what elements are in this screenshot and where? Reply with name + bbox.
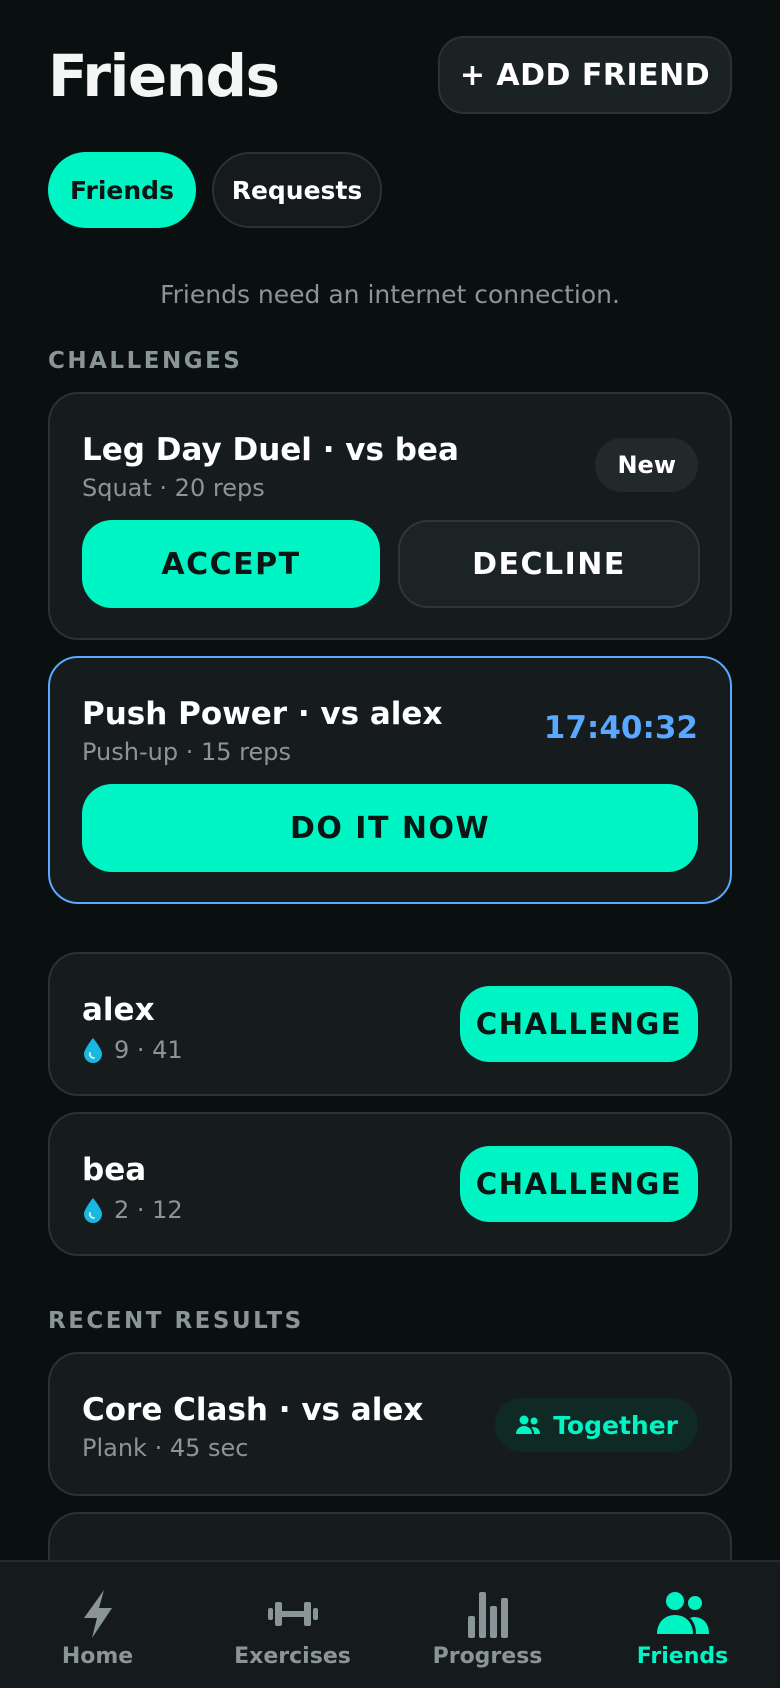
decline-button[interactable]: DECLINE [398, 520, 700, 608]
people-icon [656, 1592, 709, 1634]
connection-notice: Friends need an internet connection. [160, 280, 620, 309]
challenge-bea-button[interactable]: CHALLENGE [460, 1146, 698, 1222]
challenges-section-label: CHALLENGES [48, 348, 243, 374]
friend-name: bea [82, 1152, 147, 1188]
nav-home[interactable]: Home [0, 1562, 195, 1688]
nav-friends[interactable]: Friends [585, 1562, 780, 1688]
friend-card-alex: alex 9 · 41 CHALLENGE [48, 952, 732, 1096]
challenge-subtitle: Push-up · 15 reps [82, 738, 291, 766]
together-badge-label: Together [553, 1410, 678, 1440]
tab-bar: Friends Requests [48, 152, 382, 228]
add-friend-button[interactable]: + ADD FRIEND [438, 36, 732, 114]
recent-results-section-label: RECENT RESULTS [48, 1308, 304, 1334]
bolt-icon [83, 1590, 112, 1638]
result-subtitle: Plank · 45 sec [82, 1434, 249, 1462]
tab-requests[interactable]: Requests [212, 152, 382, 228]
nav-home-label: Home [61, 1644, 134, 1669]
people-icon [516, 1415, 541, 1434]
nav-progress[interactable]: Progress [390, 1562, 585, 1688]
challenge-card-push-power: Push Power · vs alex Push-up · 15 reps 1… [48, 656, 732, 904]
countdown-timer: 17:40:32 [543, 710, 698, 746]
challenge-title: Push Power · vs alex [82, 696, 443, 732]
together-badge: Together [495, 1398, 698, 1452]
nav-exercises-label: Exercises [234, 1644, 351, 1669]
tab-friends[interactable]: Friends [48, 152, 196, 228]
friend-stats-text: 9 · 41 [114, 1036, 183, 1064]
new-badge: New [595, 438, 698, 492]
friend-stats: 9 · 41 [82, 1036, 183, 1064]
do-it-now-button[interactable]: DO IT NOW [82, 784, 698, 872]
friend-stats: 2 · 12 [82, 1196, 183, 1224]
nav-progress-label: Progress [432, 1644, 543, 1669]
challenge-card-leg-day: Leg Day Duel · vs bea Squat · 20 reps Ne… [48, 392, 732, 640]
nav-exercises[interactable]: Exercises [195, 1562, 390, 1688]
drop-icon [84, 1038, 102, 1063]
bottom-nav: Home Exercises Progress Friends [0, 1560, 780, 1688]
challenge-alex-button[interactable]: CHALLENGE [460, 986, 698, 1062]
header: Friends + ADD FRIEND [48, 34, 732, 116]
dumbbell-icon [267, 1602, 318, 1626]
drop-icon [84, 1198, 102, 1223]
friend-card-bea: bea 2 · 12 CHALLENGE [48, 1112, 732, 1256]
friend-stats-text: 2 · 12 [114, 1196, 183, 1224]
bar-chart-icon [467, 1592, 508, 1638]
page-title: Friends [48, 42, 280, 110]
result-card-core-clash[interactable]: Core Clash · vs alex Plank · 45 sec Toge… [48, 1352, 732, 1496]
accept-button[interactable]: ACCEPT [82, 520, 380, 608]
friend-name: alex [82, 992, 155, 1028]
result-title: Core Clash · vs alex [82, 1392, 424, 1428]
challenge-title: Leg Day Duel · vs bea [82, 432, 459, 468]
nav-friends-label: Friends [636, 1644, 729, 1669]
challenge-subtitle: Squat · 20 reps [82, 474, 265, 502]
